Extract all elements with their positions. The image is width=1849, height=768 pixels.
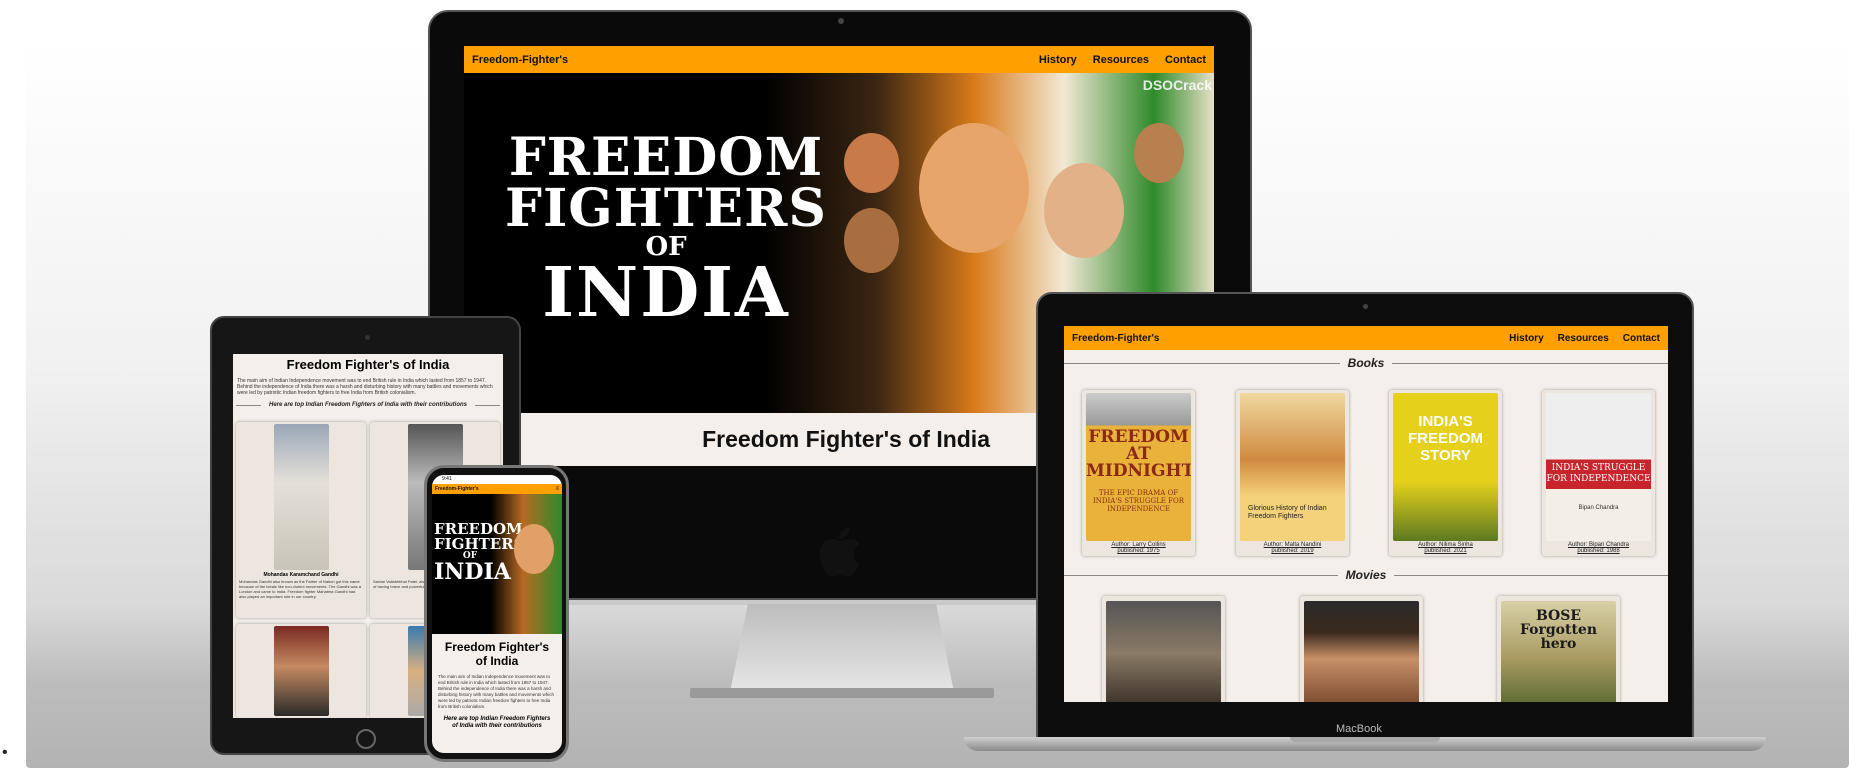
iphone-intro: The main aim of Indian Independence move… <box>438 674 555 709</box>
books-heading: Books <box>1064 356 1668 370</box>
book-title: FREEDOM AT MIDNIGHT <box>1086 427 1191 481</box>
watermark: DSOCrack <box>1142 77 1212 93</box>
hero-line: INDIA <box>542 253 790 334</box>
movie-title: BOSE Forgotten hero <box>1519 608 1598 652</box>
book-subtitle: THE EPIC DRAMA OF INDIA'S STRUGGLE FOR I… <box>1093 489 1184 513</box>
hero-line: FREEDOM <box>508 127 824 188</box>
ipad-subheading: Here are top Indian Freedom Fighters of … <box>236 402 501 408</box>
macbook-label: MacBook <box>1336 723 1382 735</box>
portrait-illustration <box>514 524 554 574</box>
ipad-page-title: Freedom Fighter's of India <box>286 357 450 372</box>
book-card[interactable]: INDIA'S STRUGGLE FOR INDEPENDENCE Bipan … <box>1542 390 1655 556</box>
movie-poster: BOSE Forgotten hero <box>1501 601 1616 702</box>
book-published: published: 1988 <box>1577 548 1620 554</box>
book-title: Glorious History of Indian Freedom Fight… <box>1248 505 1327 520</box>
brand-link[interactable]: Freedom-Fighter's <box>435 486 479 492</box>
fighter-bio: Mohandas Gandhi also known as the Father… <box>239 579 361 599</box>
iphone-subheading: Here are top Indian Freedom Fighters of … <box>443 716 551 729</box>
hero-line: FIGHTERS <box>505 177 827 239</box>
book-cover: INDIA'S STRUGGLE FOR INDEPENDENCE Bipan … <box>1546 393 1651 541</box>
imac-camera <box>838 18 844 24</box>
book-published: published: 2021 <box>1424 548 1467 554</box>
portrait-illustration <box>919 123 1029 253</box>
book-card[interactable]: INDIA'S FREEDOM STORY Author: Nilima Sin… <box>1389 390 1502 556</box>
nav-resources[interactable]: Resources <box>1093 54 1149 66</box>
device-mockup-stage: •  Freedom-Fighter's History Resources … <box>0 0 1849 768</box>
nav-contact[interactable]: Contact <box>1623 333 1660 344</box>
fighter-photo <box>274 424 329 570</box>
iphone-hero-title: FREEDOM FIGHTERS OF INDIA <box>434 520 525 585</box>
bullet-mark: • <box>2 744 8 761</box>
iphone-navbar: Freedom-Fighter's ≡ <box>432 484 562 494</box>
book-cover: FREEDOM AT MIDNIGHT THE EPIC DRAMA OF IN… <box>1086 393 1191 541</box>
movie-card[interactable] <box>1102 596 1225 702</box>
movie-poster <box>1106 601 1221 702</box>
ipad-intro: The main aim of Indian Independence move… <box>237 378 493 396</box>
menu-icon[interactable]: ≡ <box>555 486 559 492</box>
imac-stand-base <box>690 688 994 698</box>
book-published: published: 1975 <box>1117 548 1160 554</box>
macbook-trackpad-notch <box>1290 737 1440 742</box>
macbook-navbar: Freedom-Fighter's History Resources Cont… <box>1064 326 1668 350</box>
imac-stand <box>730 604 954 692</box>
fighter-photo <box>274 626 329 716</box>
book-card[interactable]: FREEDOM AT MIDNIGHT THE EPIC DRAMA OF IN… <box>1082 390 1195 556</box>
movie-card[interactable] <box>1300 596 1423 702</box>
nav-contact[interactable]: Contact <box>1165 54 1206 66</box>
movie-card[interactable]: BOSE Forgotten hero <box>1497 596 1620 702</box>
iphone-screen: 9:41 Freedom-Fighter's ≡ FREEDOM FIGHTER… <box>432 475 562 753</box>
ipad-home-button <box>356 729 376 749</box>
movie-poster <box>1304 601 1419 702</box>
book-cover: INDIA'S FREEDOM STORY <box>1393 393 1498 541</box>
portrait-illustration <box>1044 163 1124 258</box>
book-title: INDIA'S STRUGGLE FOR INDEPENDENCE <box>1546 463 1651 484</box>
imac-navbar: Freedom-Fighter's History Resources Cont… <box>464 46 1214 73</box>
book-title: INDIA'S FREEDOM STORY <box>1408 413 1483 464</box>
iphone-page-title: Freedom Fighter's of India <box>444 640 550 668</box>
iphone-hero: FREEDOM FIGHTERS OF INDIA <box>432 494 562 634</box>
movies-heading: Movies <box>1064 568 1668 582</box>
nav-history[interactable]: History <box>1509 333 1543 344</box>
hero-title: FREEDOM FIGHTERS OF INDIA <box>486 127 846 334</box>
brand-link[interactable]: Freedom-Fighter's <box>1072 333 1159 344</box>
book-subtitle: Bipan Chandra <box>1578 505 1619 511</box>
portrait-illustration <box>844 208 899 273</box>
status-time: 9:41 <box>442 476 452 482</box>
book-card[interactable]: Glorious History of Indian Freedom Fight… <box>1236 390 1349 556</box>
fighter-card <box>236 624 366 718</box>
nav-resources[interactable]: Resources <box>1558 333 1609 344</box>
apple-logo-icon <box>820 527 860 577</box>
fighter-card: Mohandas Karamchand Gandhi Mohandas Gand… <box>236 422 366 618</box>
portrait-illustration <box>1134 123 1184 183</box>
book-published: published: 2019 <box>1271 548 1314 554</box>
portrait-illustration <box>844 133 899 193</box>
book-cover: Glorious History of Indian Freedom Fight… <box>1240 393 1345 541</box>
macbook-screen: Freedom-Fighter's History Resources Cont… <box>1064 326 1668 702</box>
nav-history[interactable]: History <box>1039 54 1077 66</box>
brand-link[interactable]: Freedom-Fighter's <box>472 54 568 66</box>
macbook-camera <box>1363 304 1368 309</box>
status-bar: 9:41 <box>432 475 562 484</box>
fighter-name: Mohandas Karamchand Gandhi <box>263 572 339 578</box>
